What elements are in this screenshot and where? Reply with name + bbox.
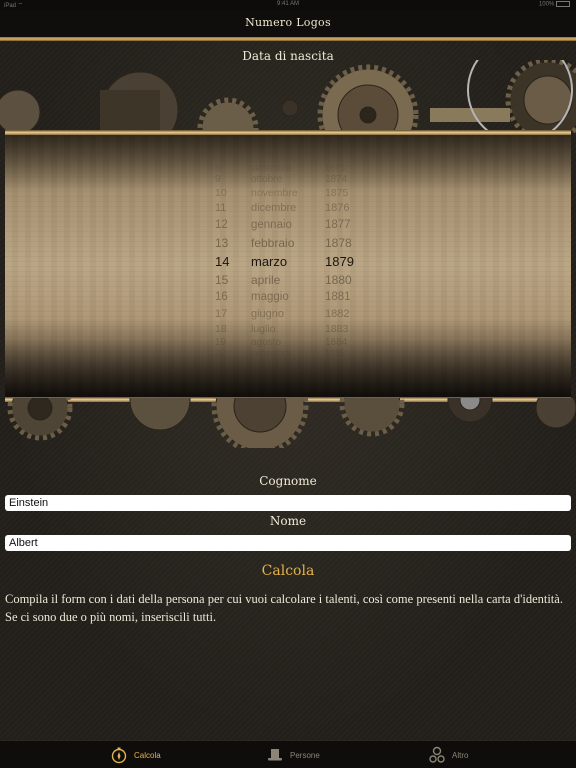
navigation-bar: Numero Logos	[0, 10, 576, 38]
picker-month[interactable]: giugno	[251, 308, 284, 320]
picker-day[interactable]: 19	[215, 337, 226, 348]
calculate-button[interactable]: Calcola	[0, 563, 576, 579]
gears-decoration-bottom	[0, 398, 576, 448]
picker-day[interactable]: 9	[215, 174, 221, 185]
tab-bar: Calcola Persone Altro	[0, 740, 576, 768]
surname-field[interactable]	[5, 495, 571, 511]
picker-month[interactable]: gennaio	[251, 219, 292, 231]
picker-day[interactable]: 17	[215, 308, 227, 320]
picker-day[interactable]: 20	[215, 348, 225, 358]
top-hat-icon	[266, 746, 284, 764]
picker-year[interactable]: 1885	[325, 348, 345, 358]
picker-month[interactable]: luglio	[251, 323, 276, 335]
picker-year[interactable]: 1876	[325, 202, 349, 214]
tab-label: Persone	[290, 750, 320, 760]
picker-day[interactable]: 15	[215, 273, 228, 287]
picker-year[interactable]: 1875	[325, 187, 348, 199]
tab-persone[interactable]: Persone	[266, 745, 320, 765]
picker-month[interactable]: ottobre	[251, 174, 282, 185]
battery-icon	[556, 1, 570, 7]
battery-status: 100%	[539, 1, 570, 8]
picker-day[interactable]: 13	[215, 236, 228, 250]
name-field[interactable]	[5, 535, 571, 551]
day-column[interactable]: 8 9 10 11 12 13 14 15 16 17 18 19 20	[215, 135, 239, 397]
tab-calcola[interactable]: Calcola	[110, 745, 161, 765]
gears-icon	[428, 746, 446, 764]
picker-month[interactable]: settembre	[251, 163, 291, 173]
app-title: Numero Logos	[245, 16, 331, 29]
picker-year[interactable]: 1877	[325, 219, 351, 231]
picker-month[interactable]: maggio	[251, 291, 289, 303]
name-label: Nome	[269, 514, 307, 528]
picker-day[interactable]: 16	[215, 291, 228, 303]
tab-label: Altro	[452, 750, 469, 760]
gears-decoration-top	[0, 60, 576, 136]
picker-month[interactable]: novembre	[251, 187, 298, 199]
instructions-text: Compila il form con i dati della persona…	[5, 592, 563, 624]
picker-year[interactable]: 1878	[325, 236, 352, 250]
picker-month[interactable]: aprile	[251, 273, 280, 287]
picker-day[interactable]: 18	[215, 323, 227, 335]
picker-year[interactable]: 1880	[325, 273, 352, 287]
picker-day-selected[interactable]: 14	[215, 254, 229, 269]
compass-icon	[110, 746, 128, 764]
picker-day[interactable]: 8	[215, 163, 220, 173]
month-column[interactable]: settembre ottobre novembre dicembre genn…	[251, 135, 331, 397]
picker-day[interactable]: 11	[215, 202, 226, 214]
picker-year[interactable]: 1884	[325, 337, 347, 348]
picker-month[interactable]: dicembre	[251, 202, 296, 214]
picker-month[interactable]: febbraio	[251, 236, 294, 250]
picker-year-selected[interactable]: 1879	[325, 254, 354, 269]
picker-month[interactable]: settembre	[251, 348, 291, 358]
tab-label: Calcola	[134, 750, 161, 760]
year-column[interactable]: 1873 1874 1875 1876 1877 1878 1879 1880 …	[325, 135, 375, 397]
date-picker[interactable]: 8 9 10 11 12 13 14 15 16 17 18 19 20 set…	[5, 135, 571, 397]
tab-altro[interactable]: Altro	[428, 745, 468, 765]
picker-year[interactable]: 1881	[325, 291, 351, 303]
picker-day[interactable]: 10	[215, 187, 227, 199]
picker-year[interactable]: 1873	[325, 163, 345, 173]
picker-year[interactable]: 1882	[325, 308, 349, 320]
picker-day[interactable]: 12	[215, 219, 228, 231]
picker-month[interactable]: agosto	[251, 337, 281, 348]
picker-month-selected[interactable]: marzo	[251, 254, 287, 269]
status-bar: iPad ⌔ 9:41 AM 100%	[0, 0, 576, 10]
battery-percent: 100%	[538, 1, 555, 8]
status-time: 9:41 AM	[276, 1, 299, 7]
surname-label: Cognome	[259, 474, 317, 488]
picker-year[interactable]: 1874	[325, 174, 347, 185]
picker-year[interactable]: 1883	[325, 323, 348, 335]
